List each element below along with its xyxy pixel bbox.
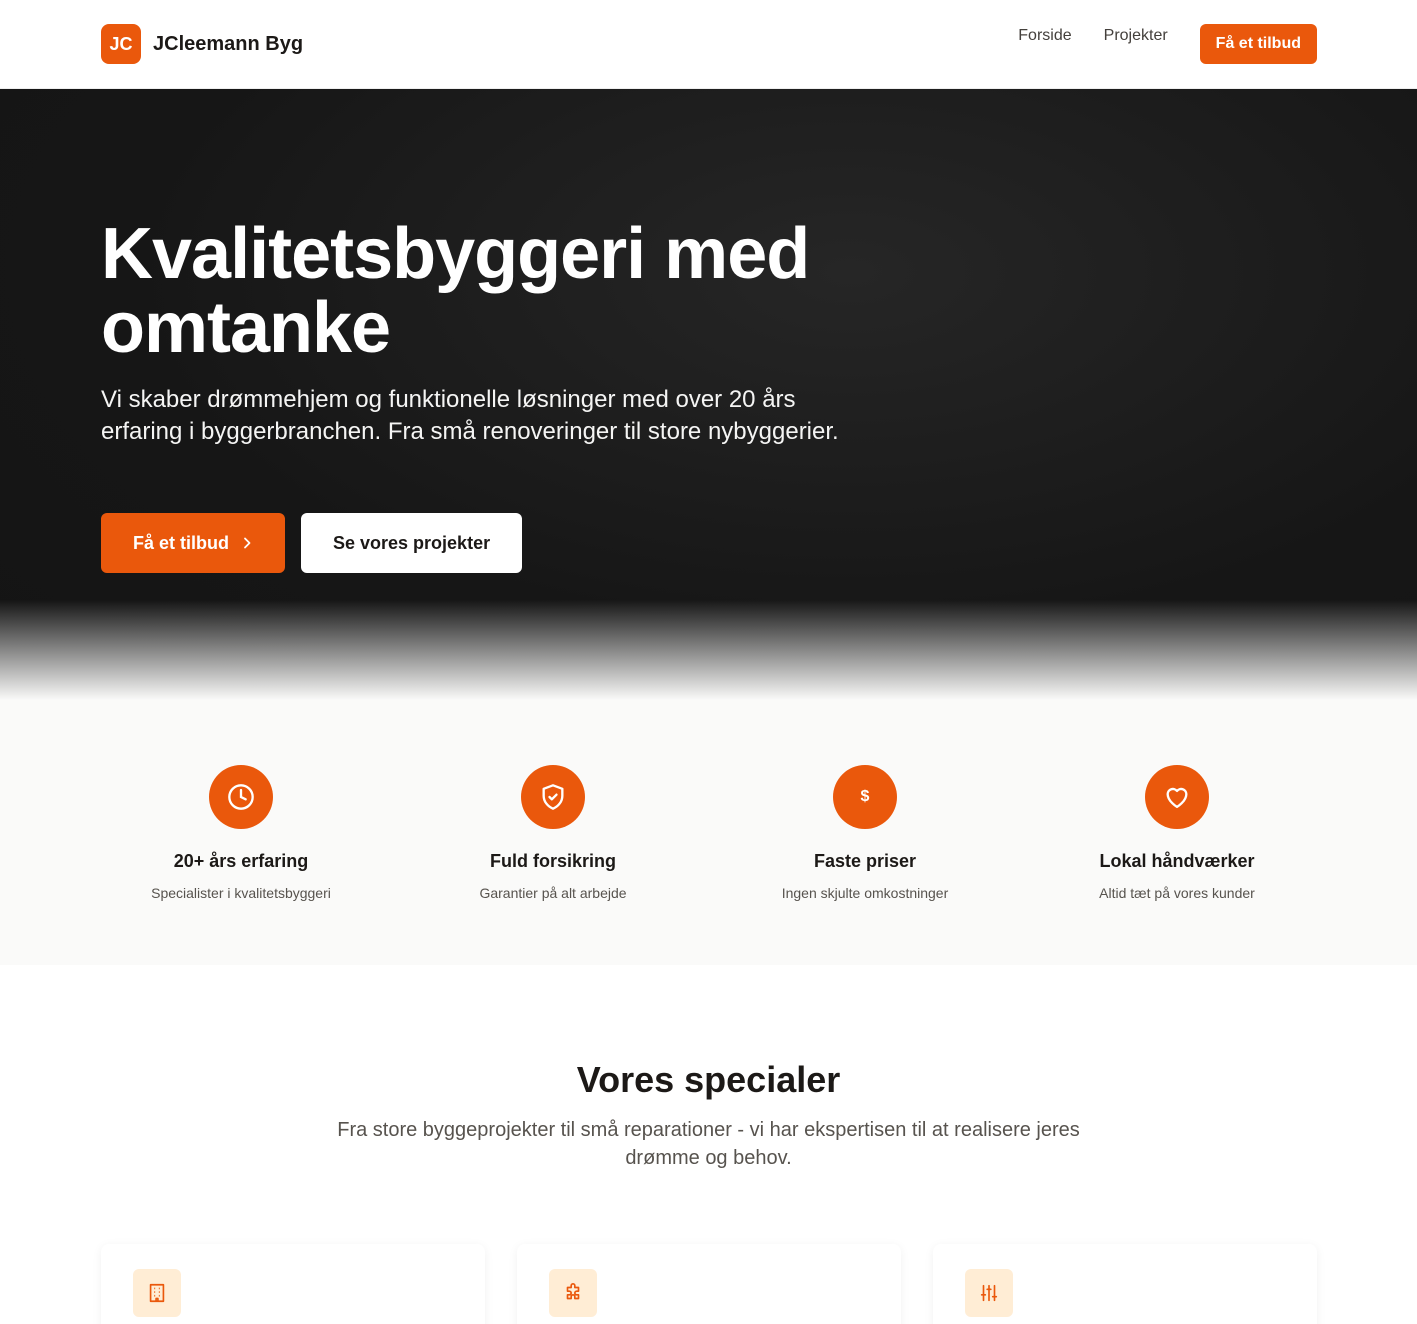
shield-check-icon <box>521 765 585 829</box>
hero-section: Kvalitetsbyggeri med omtanke Vi skaber d… <box>0 89 1417 700</box>
special-card-building[interactable] <box>101 1244 485 1324</box>
feature-title: Faste priser <box>813 851 917 871</box>
feature-desc: Specialister i kvalitetsbyggeri <box>151 885 331 901</box>
hero-buttons: Få et tilbud Se vores projekter <box>101 513 523 573</box>
hero-quote-button[interactable]: Få et tilbud <box>101 513 285 573</box>
building-icon <box>133 1269 181 1317</box>
puzzle-icon <box>549 1269 597 1317</box>
feature-experience: 20+ års erfaring Specialister i kvalitet… <box>85 765 397 903</box>
brand-name: JCleemann Byg <box>153 32 304 55</box>
feature-title: 20+ års erfaring <box>173 851 309 871</box>
feature-fixed-prices: $ Faste priser Ingen skjulte omkostninge… <box>709 765 1021 903</box>
chevron-right-icon <box>244 537 251 549</box>
specials-title: Vores specialer <box>576 1059 841 1100</box>
nav-link-projekter[interactable]: Projekter <box>1104 24 1168 48</box>
special-card-sliders[interactable] <box>933 1244 1317 1324</box>
feature-insurance: Fuld forsikring Garantier på alt arbejde <box>397 765 709 903</box>
logo[interactable]: JC JCleemann Byg <box>101 24 303 64</box>
hero-subtitle: Vi skaber drømmehjem og funktionelle løs… <box>101 386 839 445</box>
hero-quote-button-label: Få et tilbud <box>133 532 229 553</box>
nav-link-forside[interactable]: Forside <box>1018 24 1071 48</box>
sliders-icon <box>965 1269 1013 1317</box>
dollar-icon: $ <box>833 765 897 829</box>
feature-local: Lokal håndværker Altid tæt på vores kund… <box>1021 765 1333 903</box>
header-quote-button[interactable]: Få et tilbud <box>1199 24 1317 64</box>
hero-title: Kvalitetsbyggeri med omtanke <box>101 214 810 368</box>
feature-desc: Ingen skjulte omkostninger <box>781 885 949 901</box>
logo-badge: JC <box>101 24 141 64</box>
heart-icon <box>1145 765 1209 829</box>
specials-subtitle: Fra store byggeprojekter til små reparat… <box>337 1119 1080 1169</box>
feature-desc: Altid tæt på vores kunder <box>1099 885 1255 901</box>
site-header: JC JCleemann Byg Forside Projekter Få et… <box>0 0 1417 89</box>
feature-desc: Garantier på alt arbejde <box>479 885 627 901</box>
features-section: 20+ års erfaring Specialister i kvalitet… <box>0 700 1417 965</box>
main-nav: Forside Projekter Få et tilbud <box>1018 24 1317 64</box>
special-card-puzzle[interactable] <box>517 1244 901 1324</box>
hero-fade <box>0 600 1417 700</box>
feature-title: Fuld forsikring <box>490 851 616 871</box>
feature-title: Lokal håndværker <box>1099 851 1255 871</box>
hero-projects-button[interactable]: Se vores projekter <box>301 513 523 573</box>
clock-icon <box>209 765 273 829</box>
